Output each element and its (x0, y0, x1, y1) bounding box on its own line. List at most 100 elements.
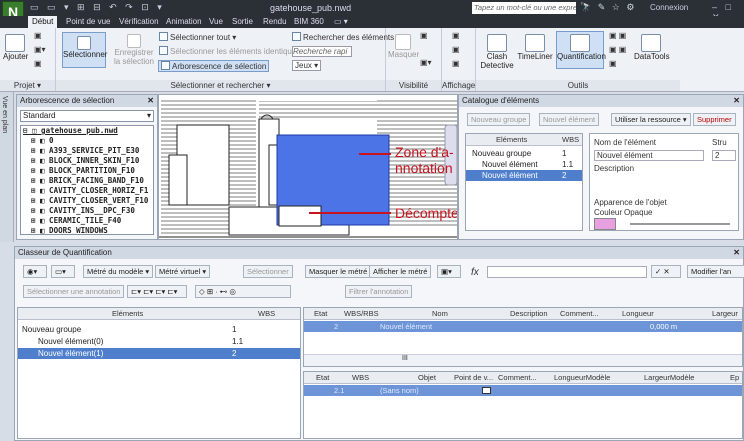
items-row[interactable]: Nouvel élément(0) 1.1 (18, 336, 300, 347)
display-icon-3[interactable]: ▣ (452, 59, 460, 68)
tools-icon-2[interactable]: ▣ ▣ (609, 45, 626, 54)
find-items-button[interactable]: Rechercher des éléments (292, 32, 394, 42)
tree-item[interactable]: ⊞ ◧ CERAMIC_TILE_F40 (21, 216, 153, 226)
prop-name-input[interactable]: Nouvel élément (594, 150, 704, 161)
select-takeoff-button[interactable]: Sélectionner (243, 265, 293, 278)
close-icon[interactable]: ✕ (733, 95, 740, 107)
timeliner-button[interactable]: TimeLiner (516, 34, 554, 61)
visibility-icon-1[interactable]: ▣ (420, 31, 428, 40)
catalog-title: Catalogue d'éléments (462, 96, 540, 105)
export-button[interactable]: ▣▾ (437, 265, 461, 278)
show-takeoff-button[interactable]: Afficher le métré (369, 265, 432, 278)
group-label-selection[interactable]: Sélectionner et rechercher ▾ (56, 80, 385, 91)
tree-item[interactable]: ⊞ ◧ CAVITY_INS__DPC_F30 (21, 206, 153, 216)
3d-viewport[interactable]: Zone d'a-nnotation Décompte (158, 94, 458, 240)
model-objects-grid[interactable]: Etat WBS Objet Point de v... Comment... … (303, 371, 743, 439)
clash-detective-button[interactable]: Clash Detective (480, 34, 514, 70)
sets-dropdown[interactable]: Jeux ▾ (292, 60, 322, 71)
tree-item[interactable]: ⊞ ◧ DOORS_WINDOWS (21, 226, 153, 234)
tree-item[interactable]: ⊞ ◧ CAVITY_CLOSER_HORIZ_F1 (21, 186, 153, 196)
tree-item[interactable]: ⊞ ◧ A393_SERVICE_PIT_E30 (21, 146, 153, 156)
tab-extra[interactable]: ▭ ▾ (330, 16, 352, 28)
signin-link[interactable]: Connexion (650, 3, 688, 12)
projet-icon-1[interactable]: ▣ (34, 31, 42, 40)
sheet-button[interactable]: ▭▾ (51, 265, 75, 278)
select-same-button[interactable]: Sélectionner les éléments identiques ▾ (159, 46, 307, 56)
datatools-button[interactable]: DataTools (634, 34, 670, 61)
formula-input[interactable] (487, 266, 647, 278)
select-all-icon (159, 32, 168, 41)
tree-item[interactable]: ⊞ ◧ BLOCK_PARTITION_F10 (21, 166, 153, 176)
filter-annotation-button[interactable]: Filtrer l'annotation (345, 285, 413, 298)
object-row[interactable]: 2.1 (Sans nom) (304, 385, 742, 396)
virtual-takeoff-button[interactable]: Métré virtuel ▾ (155, 265, 211, 278)
takeoff-row[interactable]: 2 Nouvel élément 0,000 m (304, 321, 742, 332)
select-button[interactable]: Sélectionner (62, 32, 107, 68)
tab-point-de-vue[interactable]: Point de vue (62, 16, 114, 28)
accept-cancel-buttons[interactable]: ✓ ✕ (651, 265, 681, 278)
tree-item[interactable]: ⊞ ◧ BRICK_FACING_BAND_F10 (21, 176, 153, 186)
catalog-row[interactable]: Nouvel élément 1.1 (466, 159, 582, 170)
use-resource-button[interactable]: Utiliser la ressource ▾ (611, 113, 691, 126)
takeoff-grid[interactable]: Etat WBS/RBS Nom Description Comment... … (303, 307, 743, 367)
catalog-row[interactable]: Nouveau groupe 1 (466, 148, 582, 159)
tree-item[interactable]: ⊞ ◧ BLOCK_INNER_SKIN_F10 (21, 156, 153, 166)
selection-tree-button[interactable]: Arborescence de sélection (158, 60, 270, 72)
scroll-thumb[interactable]: III (402, 355, 408, 362)
tab-bim360[interactable]: BIM 360 (290, 16, 328, 28)
close-icon[interactable]: ✕ (147, 95, 154, 107)
masquer-button[interactable]: Masquer (388, 34, 419, 59)
select-annotation-button[interactable]: Sélectionner une annotation (23, 285, 125, 298)
tab-debut[interactable]: Début (28, 16, 58, 28)
projet-icon-2[interactable]: ▣▾ (34, 45, 46, 54)
edit-annotation-button[interactable]: Modifier l'an (687, 265, 744, 278)
annotation-tools-2[interactable]: ◇ ⊞ · ⊷ ◎ (195, 285, 291, 298)
ajouter-button[interactable]: Ajouter (3, 34, 28, 61)
selection-tree[interactable]: ⊟ ◫ gatehouse_pub.nwd ⊞ ◧ 0 ⊞ ◧ A393_SER… (20, 125, 154, 235)
tree-mode-dropdown[interactable]: Standard ▾ (20, 110, 154, 122)
catalog-row[interactable]: Nouvel élément 2 (466, 170, 582, 181)
display-icon-2[interactable]: ▣ (452, 45, 460, 54)
projet-icon-3[interactable]: ▣ (34, 59, 42, 68)
prop-stru-input[interactable]: 2 (712, 150, 736, 161)
plan-view-tab[interactable]: Vue en plan (1, 96, 8, 133)
quick-access-toolbar[interactable]: ▭ ▭ ▾ ⊞ ⊟ ↶ ↷ ⊡ ▾ (30, 2, 165, 13)
new-group-button[interactable]: Nouveau groupe (467, 113, 531, 126)
prop-stru-label: Stru (712, 138, 727, 147)
delete-button[interactable]: Supprimer (693, 113, 736, 126)
tools-icon-1[interactable]: ▣ ▣ (609, 31, 626, 40)
display-icon-1[interactable]: ▣ (452, 31, 460, 40)
annotation-tools[interactable]: ⊏▾ ⊏▾ ⊏▾ ⊏▾ (127, 285, 187, 298)
catalog-tree[interactable]: Eléments WBS Nouveau groupe 1 Nouvel éléme… (465, 133, 583, 231)
tab-animation[interactable]: Animation (162, 16, 206, 28)
help-tools-icons[interactable]: 🔭 ✎ ☆ ⚙ (580, 2, 636, 13)
tree-item[interactable]: ⊟ ◫ gatehouse_pub.nwd (21, 126, 153, 136)
search-input[interactable]: Tapez un mot-clé ou une expression (472, 2, 576, 14)
group-label-projet[interactable]: Projet ▾ (0, 80, 55, 91)
color-swatch[interactable] (594, 218, 616, 230)
tab-rendu[interactable]: Rendu (259, 16, 291, 28)
quantification-button[interactable]: Quantification (556, 31, 606, 69)
select-all-button[interactable]: Sélectionner tout ▾ (159, 32, 236, 42)
items-row[interactable]: Nouvel élément(1) 2 (18, 348, 300, 359)
tab-vue[interactable]: Vue (205, 16, 227, 28)
items-tree-grid[interactable]: Eléments WBS Nouveau groupe 1 Nouvel éléme… (17, 307, 301, 439)
items-row[interactable]: Nouveau groupe 1 (18, 324, 300, 335)
new-item-button[interactable]: Nouvel élément (539, 113, 600, 126)
horizontal-scrollbar[interactable]: III (304, 354, 742, 366)
model-takeoff-button[interactable]: Métré du modèle ▾ (83, 265, 154, 278)
visibility-icon-2[interactable]: ▣▾ (420, 58, 432, 67)
tree-item[interactable]: ⊞ ◧ CAVITY_CLOSER_VERT_F10 (21, 196, 153, 206)
close-icon[interactable]: ✕ (733, 247, 740, 259)
tab-sortie[interactable]: Sortie (228, 16, 257, 28)
quick-find-input[interactable]: Recherche rapi (292, 46, 352, 57)
view-mode-button[interactable]: ◉▾ (23, 265, 47, 278)
annotation-zone-line1: Zone d'a- (395, 144, 454, 160)
tab-verification[interactable]: Vérification (115, 16, 163, 28)
camera-icon[interactable] (482, 387, 491, 394)
tools-icon-3[interactable]: ▣ (609, 59, 617, 68)
hide-takeoff-button[interactable]: Masquer le métré (305, 265, 372, 278)
tree-item[interactable]: ⊞ ◧ 0 (21, 136, 153, 146)
opacity-slider[interactable] (630, 223, 730, 225)
save-selection-button[interactable]: Enregistrer la sélection (112, 34, 156, 66)
